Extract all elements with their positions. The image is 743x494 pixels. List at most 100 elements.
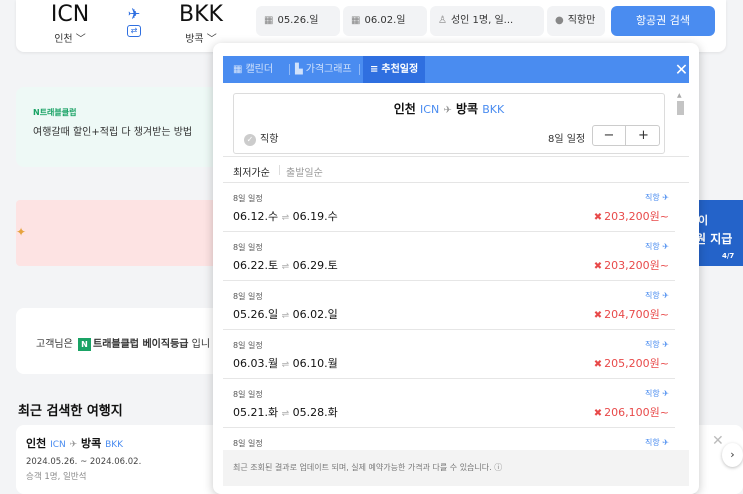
- tab-calendar[interactable]: ▦ 캘린더: [233, 56, 273, 83]
- return-date-value: 06.02.일: [364, 15, 406, 26]
- chevron-down-icon: ﹀: [206, 34, 217, 45]
- banner-line1: 이: [698, 214, 709, 227]
- promo-card[interactable]: N트래블클럽 여행갈때 할인+적립 다 챙겨받는 방법: [16, 87, 236, 167]
- decoration-icon: ✦: [16, 225, 27, 239]
- route-summary: 인천 ICN ✈ 방콕 BKK ✓ 직항 8일 일정 − +: [233, 93, 665, 154]
- airline-logo-icon: ✖: [593, 212, 603, 223]
- result-row[interactable]: 8일 일정 직항 ✈: [223, 428, 675, 448]
- result-row[interactable]: 8일 일정 06.22.토 ⇌ 06.29.토 직항 ✈ ✖ 203,200원~: [223, 232, 675, 281]
- days-stepper: − +: [592, 125, 660, 146]
- airline-logo-icon: ✖: [593, 310, 603, 321]
- passenger-field[interactable]: ♙ 성인 1명, 일...: [430, 6, 544, 36]
- sort-lowest-price[interactable]: 최저가순: [233, 164, 270, 179]
- membership-suffix: 입니: [191, 339, 211, 350]
- recent-detail: 승객 1명, 일반석: [26, 472, 87, 482]
- event-banner-left[interactable]: ✦: [16, 200, 231, 266]
- membership-grade: 트래블클럽 베이직등급: [93, 339, 189, 350]
- recent-search-item[interactable]: 인천 ICN ✈ 방콕 BKK 2024.05.26. ~ 2024.06.02…: [16, 425, 226, 494]
- calendar-icon: ▦: [351, 15, 361, 26]
- popup-footer: 최근 조회된 결과로 업데이트 되며, 실제 예약가능한 가격과 다를 수 있습…: [223, 450, 689, 486]
- round-trip-icon: ⇌: [281, 311, 290, 321]
- departure-code: ICN: [50, 2, 90, 27]
- passenger-value: 성인 1명, 일...: [450, 15, 514, 26]
- swap-airports-button[interactable]: ✈ ⇄: [123, 6, 145, 37]
- round-trip-icon: ⇌: [281, 213, 290, 223]
- arrival-city: 방콕: [185, 34, 204, 45]
- route-to-code: BKK: [482, 103, 505, 116]
- airplane-icon: ✈: [662, 242, 669, 251]
- naver-badge-icon: N: [78, 338, 91, 351]
- recent-to: 방콕: [81, 437, 102, 450]
- sort-departure-date[interactable]: 출발일순: [286, 164, 323, 179]
- airplane-icon: ✈: [443, 105, 452, 116]
- round-trip-icon: ⇌: [281, 262, 290, 272]
- result-row[interactable]: 8일 일정 06.12.수 ⇌ 06.19.수 직항 ✈ ✖ 203,200원~: [223, 183, 675, 232]
- return-date-field[interactable]: ▦ 06.02.일: [343, 6, 427, 36]
- close-popup-button[interactable]: ✕: [674, 56, 689, 83]
- recent-from-code: ICN: [50, 440, 66, 450]
- check-circle-icon: ●: [555, 15, 564, 26]
- membership-prefix: 고객님은: [36, 339, 73, 350]
- result-row[interactable]: 8일 일정 06.03.월 ⇌ 06.10.월 직항 ✈ ✖ 205,200원~: [223, 330, 675, 379]
- recent-from: 인천: [26, 437, 47, 450]
- round-trip-icon: ⇌: [281, 360, 290, 370]
- route-from: 인천: [393, 102, 416, 116]
- calendar-icon: ▦: [233, 64, 243, 75]
- bar-chart-icon: ▙: [295, 64, 303, 75]
- depart-date-value: 05.26.일: [277, 15, 319, 26]
- tab-price-graph[interactable]: ▙ 가격그래프: [295, 56, 352, 83]
- airplane-icon: ✈: [69, 440, 78, 450]
- airplane-icon: ✈: [662, 438, 669, 447]
- route-from-code: ICN: [420, 103, 440, 116]
- close-icon[interactable]: ✕: [712, 433, 724, 449]
- departure-city: 인천: [54, 34, 73, 45]
- airline-logo-icon: ✖: [593, 359, 603, 370]
- recent-to-code: BKK: [105, 440, 124, 450]
- depart-date-field[interactable]: ▦ 05.26.일: [256, 6, 340, 36]
- tab-recommended[interactable]: ≡ 추천일정: [363, 56, 426, 83]
- round-trip-icon: ⇌: [281, 409, 290, 419]
- chevron-down-icon: ﹀: [75, 34, 86, 45]
- airplane-icon: ✈: [662, 340, 669, 349]
- arrival-code: BKK: [179, 2, 223, 27]
- chevron-right-icon: ›: [730, 448, 735, 461]
- flight-search-button[interactable]: 항공권 검색: [611, 6, 715, 36]
- next-arrow-button[interactable]: ›: [722, 443, 743, 467]
- result-row[interactable]: 8일 일정 05.21.화 ⇌ 05.28.화 직항 ✈ ✖ 206,100원~: [223, 379, 675, 428]
- result-row[interactable]: 8일 일정 05.26.일 ⇌ 06.02.일 직항 ✈ ✖ 204,700원~: [223, 281, 675, 330]
- scroll-up-icon[interactable]: ▲: [677, 92, 682, 99]
- decrease-days-button[interactable]: −: [593, 126, 626, 145]
- calendar-icon: ▦: [264, 15, 274, 26]
- membership-card[interactable]: 고객님은 N 트래블클럽 베이직등급 입니: [16, 308, 226, 374]
- promo-title: N트래블클럽: [33, 108, 77, 117]
- direct-only-toggle[interactable]: ● 직항만: [547, 6, 605, 36]
- arrival-airport[interactable]: BKK 방콕 ﹀: [171, 2, 231, 45]
- route-to: 방콕: [455, 102, 479, 116]
- increase-days-button[interactable]: +: [627, 126, 660, 145]
- promo-subtitle: 여행갈때 할인+적립 다 챙겨받는 방법: [33, 127, 193, 138]
- banner-line2: 원 지급: [695, 232, 733, 246]
- popup-tab-bar: ▦ 캘린더 ▙ 가격그래프 ≡ 추천일정 ✕: [223, 56, 689, 83]
- footer-notice: 최근 조회된 결과로 업데이트 되며, 실제 예약가능한 가격과 다를 수 있습…: [233, 463, 503, 472]
- check-icon: ✓: [244, 134, 256, 146]
- banner-page: 4/7: [722, 252, 735, 260]
- airplane-icon: ✈: [662, 291, 669, 300]
- sort-bar: 최저가순 출발일순: [223, 156, 689, 183]
- airline-logo-icon: ✖: [593, 261, 603, 272]
- days-label: 8일 일정: [548, 134, 586, 145]
- close-icon: ✕: [674, 60, 689, 79]
- direct-label: 직항: [260, 134, 279, 145]
- recent-searches-title: 최근 검색한 여행지: [18, 404, 123, 419]
- schedule-popup: ▦ 캘린더 ▙ 가격그래프 ≡ 추천일정 ✕ 인천 ICN ✈ 방콕 BKK ✓ 직항 …: [213, 43, 699, 494]
- recent-dates: 2024.05.26. ~ 2024.06.02.: [26, 457, 142, 467]
- results-list: 8일 일정 06.12.수 ⇌ 06.19.수 직항 ✈ ✖ 203,200원~ …: [223, 183, 689, 448]
- airplane-icon: ✈: [127, 5, 141, 23]
- airline-logo-icon: ✖: [593, 408, 603, 419]
- direct-checkbox[interactable]: ✓ 직항: [244, 130, 278, 146]
- swap-icon: ⇄: [127, 25, 141, 37]
- direct-only-label: 직항만: [567, 15, 596, 26]
- airplane-icon: ✈: [662, 193, 669, 202]
- person-icon: ♙: [438, 15, 447, 26]
- departure-airport[interactable]: ICN 인천 ﹀: [40, 2, 100, 45]
- scroll-thumb[interactable]: [677, 101, 684, 115]
